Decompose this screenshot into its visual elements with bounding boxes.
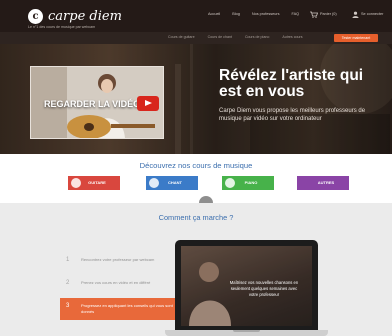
step-text: Rencontrez votre professeur par webcam — [81, 257, 155, 262]
step-item-active[interactable]: 3 Progressez en appliquant les conseils … — [60, 298, 180, 320]
course-button-other[interactable]: AUTRES — [297, 176, 349, 190]
cart-label[interactable]: Panier (0) — [320, 12, 337, 16]
subnav-item-other[interactable]: Autres cours — [282, 35, 302, 39]
subnav-item-singing[interactable]: Cours de chant — [208, 35, 232, 39]
user-icon[interactable] — [352, 11, 359, 18]
microphone-icon — [149, 178, 159, 188]
laptop-screen-text: Maîtrisez vos nouvelles chansons en seul… — [229, 280, 299, 297]
nav-link-home[interactable]: Accueil — [208, 12, 220, 16]
step-number: 2 — [66, 280, 70, 286]
laptop-notch — [233, 330, 260, 332]
logo-tagline: Le n°1 des cours de musique par webcam — [28, 25, 96, 29]
course-button-singing[interactable]: CHANT — [146, 176, 198, 190]
nav-link-faq[interactable]: FAQ — [292, 12, 300, 16]
login-link[interactable]: Se connecter — [361, 12, 383, 16]
try-now-button[interactable]: Tester maintenant — [334, 34, 378, 42]
step-item[interactable]: 1 Rencontrez votre professeur par webcam — [60, 252, 180, 274]
hero-title: Révélez l'artiste qui est en vous — [219, 67, 364, 100]
laptop-screen-image: Maîtrisez vos nouvelles chansons en seul… — [181, 246, 312, 326]
hero-subtitle: Carpe Diem vous propose les meilleurs pr… — [219, 108, 366, 122]
play-icon[interactable] — [137, 96, 159, 111]
video-thumbnail[interactable]: REGARDER LA VIDÉO — [30, 66, 164, 139]
course-button-piano[interactable]: PIANO — [222, 176, 274, 190]
logo-name: carpe diem — [48, 8, 122, 24]
page: c carpe diem Le n°1 des cours de musique… — [0, 0, 392, 336]
course-button-label: CHANT — [168, 180, 182, 185]
hero-banner: REGARDER LA VIDÉO Révélez l'artiste qui … — [0, 44, 392, 154]
top-navbar: c carpe diem Le n°1 des cours de musique… — [0, 0, 392, 32]
step-text: Prenez vos cours en vidéo et en différé — [81, 280, 151, 285]
courses-heading: Découvrez nos cours de musique — [139, 161, 253, 170]
top-nav-links: Accueil Blog Nos professeurs FAQ — [208, 12, 299, 16]
nav-link-teachers[interactable]: Nos professeurs — [252, 12, 280, 16]
course-button-label: GUITARE — [88, 180, 106, 185]
section-divider-tab — [199, 196, 213, 203]
course-button-label: AUTRES — [317, 180, 335, 185]
subnav-item-guitar[interactable]: Cours de guitare — [168, 35, 195, 39]
piano-icon — [225, 178, 235, 188]
logo[interactable]: c carpe diem — [28, 7, 122, 25]
course-button-label: PIANO — [244, 180, 258, 185]
course-nav-links: Cours de guitare Cours de chant Cours de… — [168, 35, 303, 39]
subnav-item-piano[interactable]: Cours de piano — [245, 35, 269, 39]
nav-link-blog[interactable]: Blog — [232, 12, 240, 16]
how-it-works-heading: Comment ça marche ? — [158, 213, 234, 222]
cart-icon[interactable] — [310, 11, 318, 18]
logo-mark: c — [28, 8, 43, 24]
course-button-guitar[interactable]: GUITARE — [68, 176, 120, 190]
guitar-icon — [71, 178, 81, 188]
watch-video-label: REGARDER LA VIDÉO — [44, 99, 141, 109]
step-text: Progressez en appliquant les conseils qu… — [81, 303, 173, 314]
step-item[interactable]: 2 Prenez vos cours en vidéo et en différ… — [60, 275, 180, 297]
step-number: 3 — [66, 303, 70, 309]
step-number: 1 — [66, 257, 70, 263]
